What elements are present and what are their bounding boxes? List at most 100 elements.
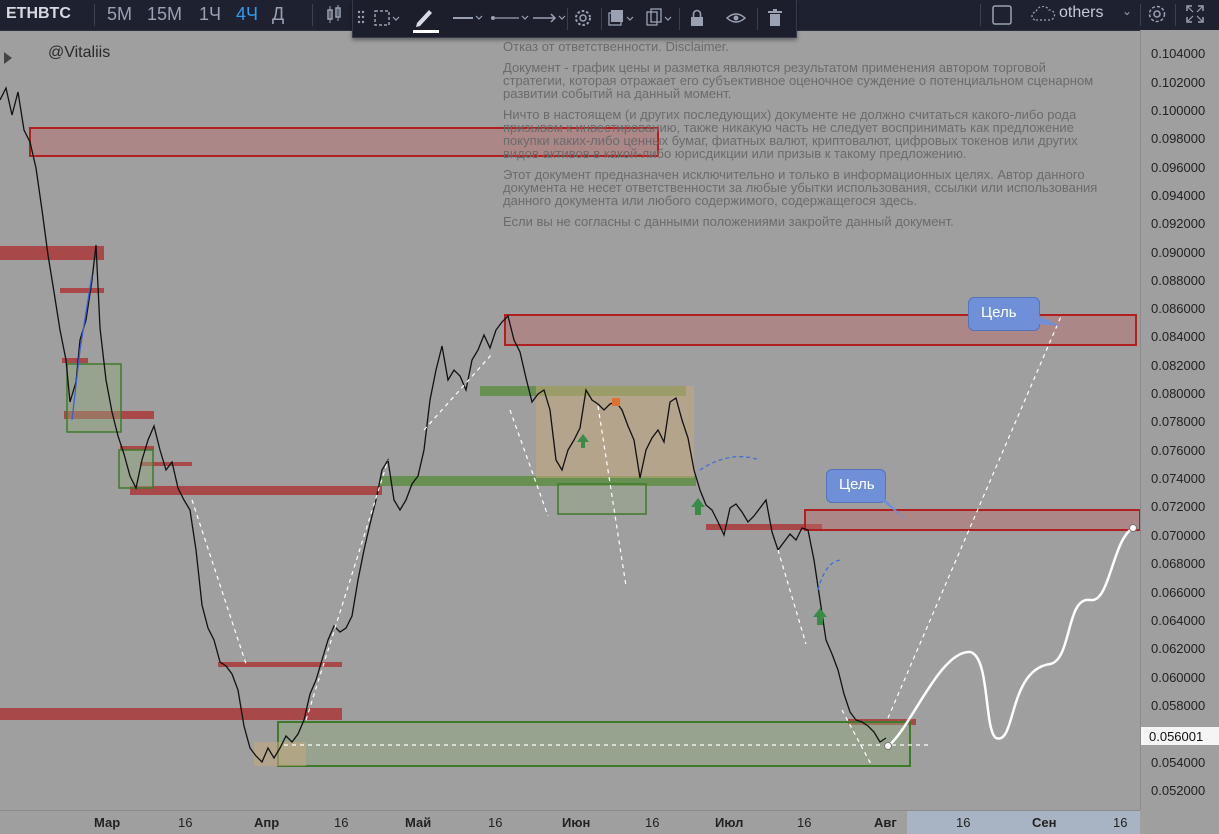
time-tick: Июл <box>715 815 744 830</box>
flag-icon[interactable] <box>4 52 12 64</box>
price-tick: 0.090000 <box>1151 245 1206 260</box>
toolbar-divider <box>94 4 95 26</box>
time-tick: 16 <box>178 815 193 830</box>
forecast-start-point[interactable] <box>884 742 892 750</box>
target-zone-lower[interactable] <box>804 509 1140 531</box>
price-tick: 0.098000 <box>1151 131 1206 146</box>
time-tick: 16 <box>956 815 971 830</box>
price-tick: 0.094000 <box>1151 188 1206 203</box>
disclaimer-paragraph: Ничто в настоящем (и других последующих)… <box>503 107 1078 161</box>
time-tick: Июн <box>562 815 591 830</box>
resistance-zone[interactable] <box>60 288 104 293</box>
timeframe-1d[interactable]: Д <box>272 4 284 25</box>
gear-icon[interactable] <box>1147 4 1167 28</box>
price-tick: 0.096000 <box>1151 160 1206 175</box>
selection-icon[interactable] <box>373 8 401 32</box>
price-tick: 0.058000 <box>1151 698 1206 713</box>
layout-name: others <box>1059 4 1104 21</box>
target-callout-label: Цель <box>981 304 1017 321</box>
line-width-icon[interactable] <box>489 9 529 31</box>
callout-pointer <box>876 496 908 522</box>
time-tick: Май <box>405 815 432 830</box>
price-axis[interactable]: 0.104000 0.102000 0.100000 0.098000 0.09… <box>1140 30 1219 810</box>
target-callout-label: Цель <box>839 476 875 493</box>
forecast-path <box>887 526 1134 748</box>
projection-arc <box>699 456 761 471</box>
copy-icon[interactable] <box>645 8 673 32</box>
time-tick: Мар <box>94 815 121 830</box>
price-tick: 0.102000 <box>1151 75 1206 90</box>
price-tick: 0.068000 <box>1151 556 1206 571</box>
time-axis[interactable]: Мар 16 Апр 16 Май 16 Июн 16 Июл 16 Авг 1… <box>0 810 1140 834</box>
price-tick: 0.062000 <box>1151 641 1206 656</box>
callout-pointer <box>1030 312 1060 326</box>
chevron-down-icon: ⌄ <box>1122 4 1133 18</box>
cloud-layouts-dropdown[interactable]: others ⌄ <box>1030 3 1138 27</box>
time-tick: 16 <box>1113 815 1128 830</box>
price-tick: 0.092000 <box>1151 216 1206 231</box>
expand-icon[interactable] <box>1186 5 1204 27</box>
timeframe-15m[interactable]: 15M <box>147 4 182 25</box>
support-zone[interactable] <box>557 483 647 515</box>
resistance-zone[interactable] <box>0 246 104 260</box>
arrow-style-icon[interactable] <box>531 9 567 31</box>
price-tick: 0.104000 <box>1151 46 1206 61</box>
timeframe-5m[interactable]: 5M <box>107 4 132 25</box>
time-tick: 16 <box>334 815 349 830</box>
major-support-zone[interactable] <box>277 721 911 767</box>
cloud-icon <box>1031 6 1056 21</box>
fullscreen-box-icon[interactable] <box>992 5 1012 29</box>
toolbar-divider <box>679 8 680 30</box>
line-style-icon[interactable] <box>451 9 483 31</box>
toolbar-divider <box>757 8 758 30</box>
price-tick: 0.072000 <box>1151 499 1206 514</box>
lock-icon[interactable] <box>689 8 705 32</box>
current-price-value: 0.056001 <box>1149 729 1204 744</box>
author-watermark: @Vitaliis <box>48 44 111 61</box>
symbol-label[interactable]: ETHBTC <box>6 5 71 23</box>
toolbar-divider <box>312 4 313 26</box>
disclaimer-paragraph: Документ - график цены и разметка являют… <box>503 60 1094 101</box>
price-tick: 0.060000 <box>1151 670 1206 685</box>
disclaimer-paragraph: Этот документ предназначен исключительно… <box>503 167 1098 208</box>
price-tick: 0.052000 <box>1151 783 1206 798</box>
disclaimer-paragraph: Отказ от ответственности. Disclaimer. <box>503 39 730 54</box>
price-tick: 0.084000 <box>1151 329 1206 344</box>
time-tick: Апр <box>254 815 280 830</box>
eye-icon[interactable] <box>725 10 747 30</box>
price-tick: 0.088000 <box>1151 273 1206 288</box>
price-tick: 0.074000 <box>1151 471 1206 486</box>
time-tick: 16 <box>488 815 503 830</box>
future-range-highlight <box>907 811 1140 834</box>
time-tick: Сен <box>1032 815 1057 830</box>
candles-icon[interactable] <box>326 5 342 29</box>
short-signal-marker <box>612 398 620 406</box>
price-tick: 0.076000 <box>1151 443 1206 458</box>
timeframe-4h[interactable]: 4Ч <box>236 4 258 25</box>
toolbar-divider <box>1175 4 1176 26</box>
time-tick: 16 <box>645 815 660 830</box>
projection-lines <box>191 313 1063 767</box>
disclaimer-paragraph: Если вы не согласны с данными положениям… <box>503 214 954 229</box>
resistance-zone[interactable] <box>130 486 382 495</box>
toolbar-divider <box>980 4 981 26</box>
toolbar-divider <box>601 8 602 30</box>
forecast-end-point[interactable] <box>1129 524 1137 532</box>
price-tick: 0.080000 <box>1151 386 1206 401</box>
resistance-zone[interactable] <box>0 708 342 720</box>
settings-icon[interactable] <box>573 8 593 32</box>
trash-icon[interactable] <box>767 8 783 32</box>
grip-icon[interactable] <box>357 10 365 30</box>
price-tick: 0.070000 <box>1151 528 1206 543</box>
price-tick: 0.082000 <box>1151 358 1206 373</box>
layers-icon[interactable] <box>607 8 635 32</box>
toolbar-divider <box>567 8 568 30</box>
price-tick: 0.086000 <box>1151 301 1206 316</box>
disclaimer-text: Отказ от ответственности. Disclaimer. До… <box>503 40 1103 236</box>
price-tick: 0.054000 <box>1151 755 1206 770</box>
projection-arc <box>817 559 843 591</box>
time-tick: 16 <box>797 815 812 830</box>
price-tick: 0.064000 <box>1151 613 1206 628</box>
timeframe-1h[interactable]: 1Ч <box>199 4 221 25</box>
price-tick: 0.066000 <box>1151 585 1206 600</box>
